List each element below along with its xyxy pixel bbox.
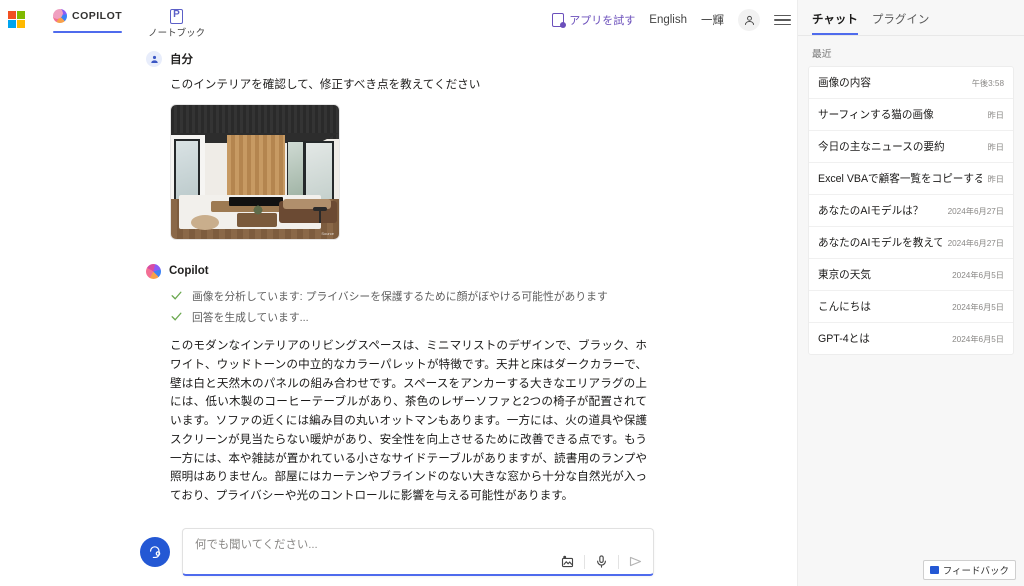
- composer-placeholder: 何でも聞いてください...: [195, 539, 318, 551]
- sidebar-section-label: 最近: [812, 49, 832, 60]
- feedback-label: フィードバック: [942, 566, 1009, 577]
- list-item[interactable]: こんにちは 2024年6月5日: [809, 291, 1013, 323]
- chat-time: 昨日: [987, 174, 1004, 184]
- list-item[interactable]: GPT-4とは 2024年6月5日: [809, 323, 1013, 354]
- check-icon: [171, 313, 182, 322]
- top-bar: COPILOT ノートブック アプリを試す English: [0, 0, 797, 39]
- list-item[interactable]: あなたのAIモデルは？ 2024年6月27日: [809, 195, 1013, 227]
- tab-notebook-label: ノートブック: [148, 28, 206, 39]
- chat-time: 昨日: [987, 142, 1004, 152]
- try-apps-label: アプリを試す: [569, 15, 636, 27]
- recent-chats-list: 画像の内容 午後3:58 サーフィンする猫の画像 昨日 今日の主なニュースの要約…: [808, 66, 1014, 355]
- hamburger-icon-bar: [774, 23, 791, 26]
- list-item[interactable]: 東京の天気 2024年6月5日: [809, 259, 1013, 291]
- copilot-icon: [146, 263, 161, 279]
- status-line: 画像を分析しています: プライバシーを保護するために顔がぼやける可能性があります: [146, 288, 647, 304]
- menu-button[interactable]: [774, 14, 791, 26]
- microsoft-logo-icon[interactable]: [8, 11, 25, 28]
- list-item[interactable]: あなたのAIモデルを教えてください 2024年6月27日: [809, 227, 1013, 259]
- list-item[interactable]: サーフィンする猫の画像 昨日: [809, 99, 1013, 131]
- microphone-icon[interactable]: [594, 554, 609, 569]
- notebook-icon: [170, 9, 184, 24]
- divider: [618, 554, 619, 569]
- feedback-icon: [929, 566, 939, 574]
- status-text: 回答を生成しています...: [192, 311, 309, 324]
- attachment-wrapper[interactable]: Source: [146, 103, 647, 240]
- chat-time: 昨日: [987, 110, 1004, 120]
- tab-copilot-label: COPILOT: [72, 10, 123, 22]
- chat-title: GPT-4とは: [818, 333, 870, 345]
- chat-title: 今日の主なニュースの要約: [818, 141, 945, 153]
- image-upload-icon[interactable]: [560, 554, 575, 569]
- person-icon: [744, 15, 754, 25]
- interior-illustration: Source: [171, 104, 339, 239]
- chat-title: Excel VBAで顧客一覧をコピーする方法: [818, 173, 982, 185]
- message-user: 自分 このインテリアを確認して、修正すべき点を教えてください Source: [0, 51, 797, 240]
- sidebar-tabs: チャット プラグイン: [798, 0, 1024, 35]
- check-icon: [171, 292, 182, 301]
- hamburger-icon-bar: [774, 19, 791, 21]
- right-sidebar: チャット プラグイン 最近 画像の内容 午後3:58 サーフィンする猫の画像 昨…: [797, 0, 1024, 586]
- message-user-text: このインテリアを確認して、修正すべき点を教えてください: [170, 78, 481, 91]
- sidebar-tab-plugins[interactable]: プラグイン: [872, 11, 930, 35]
- chat-title: あなたのAIモデルを教えてください: [818, 237, 942, 249]
- copilot-app: COPILOT ノートブック アプリを試す English: [0, 0, 1024, 586]
- message-assistant: Copilot 画像を分析しています: プライバシーを保護するために顔がぼやける…: [0, 263, 797, 518]
- send-icon[interactable]: [628, 554, 643, 569]
- conversation-scroll[interactable]: 自分 このインテリアを確認して、修正すべき点を教えてください Source Co…: [0, 39, 797, 518]
- chat-title: サーフィンする猫の画像: [818, 109, 934, 121]
- chat-title: こんにちは: [818, 301, 871, 313]
- message-user-header: 自分: [146, 51, 647, 67]
- sidebar-tab-chat[interactable]: チャット: [812, 11, 858, 35]
- composer-copilot-button[interactable]: [140, 537, 170, 567]
- composer-actions: [560, 554, 643, 569]
- chat-title: 東京の天気: [818, 269, 871, 281]
- chat-time: 2024年6月5日: [952, 334, 1004, 344]
- composer: 何でも聞いてください...: [0, 518, 797, 586]
- chat-time: 午後3:58: [971, 78, 1004, 88]
- person-icon: [150, 55, 158, 63]
- image-watermark: Source: [321, 230, 334, 236]
- chat-time: 2024年6月27日: [947, 238, 1004, 248]
- main-column: COPILOT ノートブック アプリを試す English: [0, 0, 797, 586]
- chat-time: 2024年6月5日: [952, 302, 1004, 312]
- tab-copilot-underline: [53, 31, 123, 33]
- language-selector[interactable]: English: [649, 14, 687, 26]
- chat-title: あなたのAIモデルは？: [818, 205, 924, 217]
- attached-interior-image[interactable]: Source: [170, 103, 340, 240]
- composer-box[interactable]: 何でも聞いてください...: [182, 528, 654, 576]
- list-item[interactable]: 画像の内容 午後3:58: [809, 67, 1013, 99]
- copilot-bubble-icon: [149, 545, 160, 558]
- chat-time: 2024年6月27日: [947, 206, 1004, 216]
- list-item[interactable]: Excel VBAで顧客一覧をコピーする方法 昨日: [809, 163, 1013, 195]
- user-name-label: 一輝: [701, 15, 724, 27]
- top-bar-actions: アプリを試す English 一輝: [552, 9, 791, 31]
- user-avatar-icon: [146, 51, 162, 67]
- message-user-name: 自分: [170, 54, 193, 66]
- status-line: 回答を生成しています...: [146, 309, 647, 325]
- apps-icon: [552, 13, 567, 28]
- try-apps-button[interactable]: アプリを試す: [552, 12, 635, 28]
- status-text: 画像を分析しています: プライバシーを保護するために顔がぼやける可能性があります: [192, 290, 608, 303]
- message-assistant-header: Copilot: [146, 263, 647, 279]
- tab-copilot[interactable]: COPILOT: [53, 0, 123, 33]
- divider: [584, 554, 585, 569]
- assistant-paragraph: このモダンなインテリアのリビングスペースは、ミニマリストのデザインで、ブラック、…: [170, 338, 647, 503]
- avatar[interactable]: [738, 9, 760, 31]
- chat-title: 画像の内容: [818, 77, 871, 89]
- message-assistant-name: Copilot: [169, 265, 209, 278]
- hamburger-icon-bar: [774, 14, 791, 17]
- chat-time: 2024年6月5日: [952, 270, 1004, 280]
- copilot-icon: [53, 9, 67, 23]
- list-item[interactable]: 今日の主なニュースの要約 昨日: [809, 131, 1013, 163]
- feedback-button[interactable]: フィードバック: [922, 560, 1016, 580]
